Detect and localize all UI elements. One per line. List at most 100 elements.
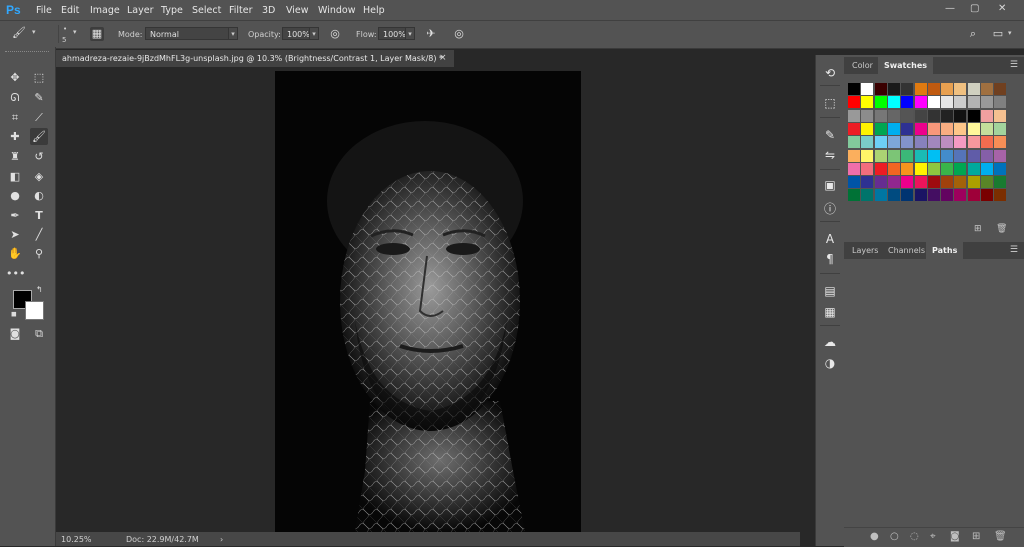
- color-swatch[interactable]: [861, 162, 874, 175]
- default-colors-icon[interactable]: ◼: [11, 310, 17, 318]
- color-swatch[interactable]: [874, 122, 887, 135]
- color-swatch[interactable]: [927, 136, 940, 149]
- color-swatch[interactable]: [874, 136, 887, 149]
- delete-swatch-icon[interactable]: 🗑: [996, 224, 1007, 234]
- color-swatch[interactable]: [941, 83, 954, 95]
- color-swatch[interactable]: [994, 162, 1007, 175]
- toolbox-grip[interactable]: [5, 51, 49, 54]
- color-swatch[interactable]: [967, 189, 980, 202]
- brush-panel-dock-icon[interactable]: ✎: [822, 127, 838, 143]
- color-swatch[interactable]: [927, 176, 940, 189]
- color-swatch[interactable]: [874, 96, 887, 109]
- brush-picker-arrow[interactable]: ▾: [73, 28, 77, 36]
- stroke-path-icon[interactable]: ○: [890, 531, 899, 542]
- background-color-swatch[interactable]: [25, 301, 44, 320]
- new-swatch-icon[interactable]: ⊞: [974, 224, 982, 234]
- color-swatch[interactable]: [887, 109, 900, 122]
- airbrush-icon[interactable]: ✈: [424, 27, 438, 41]
- color-swatch[interactable]: [954, 162, 967, 175]
- notes-panel-icon[interactable]: ▦: [822, 304, 838, 320]
- color-swatch[interactable]: [994, 189, 1007, 202]
- color-swatch[interactable]: [981, 83, 993, 95]
- brush-panel-icon[interactable]: ▦: [90, 27, 104, 41]
- color-swatch[interactable]: [861, 189, 874, 202]
- color-swatch[interactable]: [901, 162, 914, 175]
- blur-icon[interactable]: ●: [6, 187, 24, 204]
- menu-edit[interactable]: Edit: [61, 5, 79, 16]
- document-image[interactable]: [275, 71, 581, 532]
- dodge-icon[interactable]: ◐: [30, 187, 48, 204]
- color-swatch[interactable]: [967, 136, 980, 149]
- color-swatch[interactable]: [901, 149, 914, 162]
- color-adjust-icon[interactable]: ◑: [822, 355, 838, 371]
- color-swatch[interactable]: [914, 109, 927, 122]
- history-brush-icon[interactable]: ↺: [30, 148, 48, 165]
- color-swatch[interactable]: [901, 189, 914, 202]
- color-swatch[interactable]: [954, 83, 967, 95]
- color-swatch[interactable]: [954, 176, 967, 189]
- color-swatch[interactable]: [901, 96, 914, 109]
- color-swatch[interactable]: [927, 122, 940, 135]
- brush-tool-icon[interactable]: 🖌: [12, 26, 26, 40]
- fill-path-icon[interactable]: ●: [870, 531, 879, 542]
- quick-select-icon[interactable]: ✎: [30, 89, 48, 106]
- color-swatch[interactable]: [887, 122, 900, 135]
- color-swatch[interactable]: [887, 136, 900, 149]
- color-swatch[interactable]: [861, 149, 874, 162]
- color-swatch[interactable]: [927, 189, 940, 202]
- path-select-icon[interactable]: ➤: [6, 226, 24, 243]
- paragraph-panel-icon[interactable]: ¶: [822, 251, 838, 267]
- color-swatch[interactable]: [901, 109, 914, 122]
- color-swatch[interactable]: [914, 149, 927, 162]
- tab-layers[interactable]: Layers: [846, 242, 884, 259]
- color-swatch[interactable]: [994, 136, 1007, 149]
- color-swatch[interactable]: [874, 109, 887, 122]
- color-swatch[interactable]: [967, 96, 980, 109]
- tool-preset-arrow[interactable]: ▾: [32, 28, 36, 36]
- color-swatch[interactable]: [887, 149, 900, 162]
- menu-layer[interactable]: Layer: [127, 5, 154, 16]
- color-swatch[interactable]: [967, 176, 980, 189]
- paint-bucket-icon[interactable]: ◈: [30, 168, 48, 185]
- color-swatch[interactable]: [954, 122, 967, 135]
- color-swatch[interactable]: [941, 162, 954, 175]
- color-swatch[interactable]: [941, 189, 954, 202]
- history-panel-icon[interactable]: ⟲: [822, 65, 838, 81]
- color-swatch[interactable]: [941, 109, 954, 122]
- screen-mode-icon[interactable]: ⧉: [30, 325, 48, 342]
- adjustments-panel-icon[interactable]: ⇋: [822, 147, 838, 163]
- hand-icon[interactable]: ✋: [6, 245, 24, 262]
- libraries-panel-icon[interactable]: ☁: [822, 334, 838, 350]
- color-swatch[interactable]: [887, 83, 900, 95]
- properties-panel-icon[interactable]: ▤: [822, 283, 838, 299]
- color-swatch[interactable]: [848, 162, 860, 175]
- workspace-arrow[interactable]: ▾: [1008, 29, 1012, 37]
- healing-icon[interactable]: ✚: [6, 128, 24, 145]
- color-swatch[interactable]: [914, 162, 927, 175]
- load-selection-icon[interactable]: ◌: [910, 531, 919, 542]
- color-swatch[interactable]: [874, 189, 887, 202]
- color-swatch[interactable]: [954, 149, 967, 162]
- minimize-button[interactable]: —: [945, 3, 955, 14]
- menu-select[interactable]: Select: [192, 5, 221, 16]
- paths-menu-icon[interactable]: ☰: [1010, 245, 1018, 255]
- color-swatch[interactable]: [927, 96, 940, 109]
- color-swatch[interactable]: [994, 176, 1007, 189]
- color-swatch[interactable]: [981, 162, 993, 175]
- color-swatch[interactable]: [874, 83, 887, 95]
- eraser-icon[interactable]: ◧: [6, 168, 24, 185]
- swatches-menu-icon[interactable]: ☰: [1010, 60, 1018, 70]
- search-icon[interactable]: ⌕: [966, 27, 980, 41]
- color-swatch[interactable]: [861, 176, 874, 189]
- workspace-icon[interactable]: ▭: [991, 27, 1005, 41]
- color-swatch[interactable]: [848, 122, 860, 135]
- make-work-path-icon[interactable]: ⌖: [930, 531, 936, 542]
- color-swatch[interactable]: [848, 189, 860, 202]
- pressure-size-icon[interactable]: ◎: [452, 27, 466, 41]
- menu-view[interactable]: View: [286, 5, 309, 16]
- color-swatch[interactable]: [967, 109, 980, 122]
- lasso-icon[interactable]: ᘏ: [6, 89, 24, 106]
- menu-type[interactable]: Type: [161, 5, 183, 16]
- zoom-level[interactable]: 10.25%: [61, 535, 92, 544]
- color-swatch[interactable]: [914, 189, 927, 202]
